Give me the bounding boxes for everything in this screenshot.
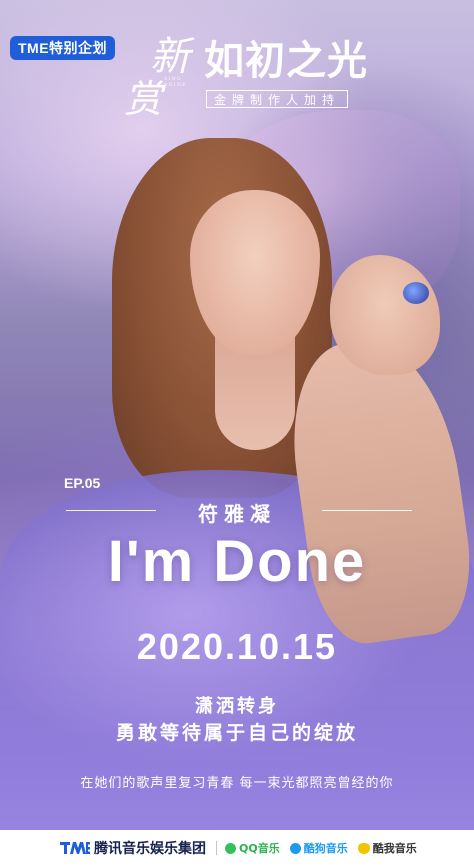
artist-name: 符雅凝 [198, 502, 276, 526]
brand-qq-label: QQ音乐 [239, 842, 280, 855]
program-title: 如初之光 [204, 38, 368, 84]
brand-kugou-label: 酷狗音乐 [303, 842, 348, 855]
brand-qq-music: QQ音乐 [225, 840, 280, 856]
poster: TME特别企划 新 赏 SING SHINE 如初之光 金牌制作人加持 EP.0… [0, 0, 474, 866]
xinshang-char-2: 赏 [124, 77, 163, 121]
qq-music-icon [225, 842, 236, 854]
divider-right [322, 510, 412, 511]
brand-kuwo-music: 酷我音乐 [357, 840, 417, 856]
episode-label: EP.05 [64, 475, 101, 491]
xinshang-sub: SING SHINE [164, 76, 187, 88]
group-name: 腾讯音乐娱乐集团 [94, 841, 206, 857]
brand-kuwo-label: 酷我音乐 [372, 842, 417, 855]
tme-special-badge: TME特别企划 [10, 36, 116, 60]
tagline-1: 潇洒转身 [195, 696, 279, 717]
xinshang-logo: 新 赏 SING SHINE [118, 24, 198, 121]
release-date: 2020.10.15 [136, 626, 338, 667]
song-title: I'm Done [107, 529, 367, 594]
program-subtitle: 金牌制作人加持 [206, 90, 348, 108]
slogan: 在她们的歌声里复习青春 每一束光都照亮曾经的你 [80, 776, 394, 791]
footer-divider [216, 841, 217, 855]
tagline-2: 勇敢等待属于自己的绽放 [115, 722, 358, 744]
footer-bar: 腾讯音乐娱乐集团 QQ音乐 酷狗音乐 酷我音乐 [0, 830, 474, 866]
artist-row: 符雅凝 [0, 498, 474, 526]
kugou-music-icon [289, 842, 301, 854]
ring-icon [403, 282, 429, 304]
kuwo-music-icon [357, 842, 370, 854]
tme-logo-icon [60, 842, 90, 854]
brand-kugou-music: 酷狗音乐 [289, 840, 348, 856]
